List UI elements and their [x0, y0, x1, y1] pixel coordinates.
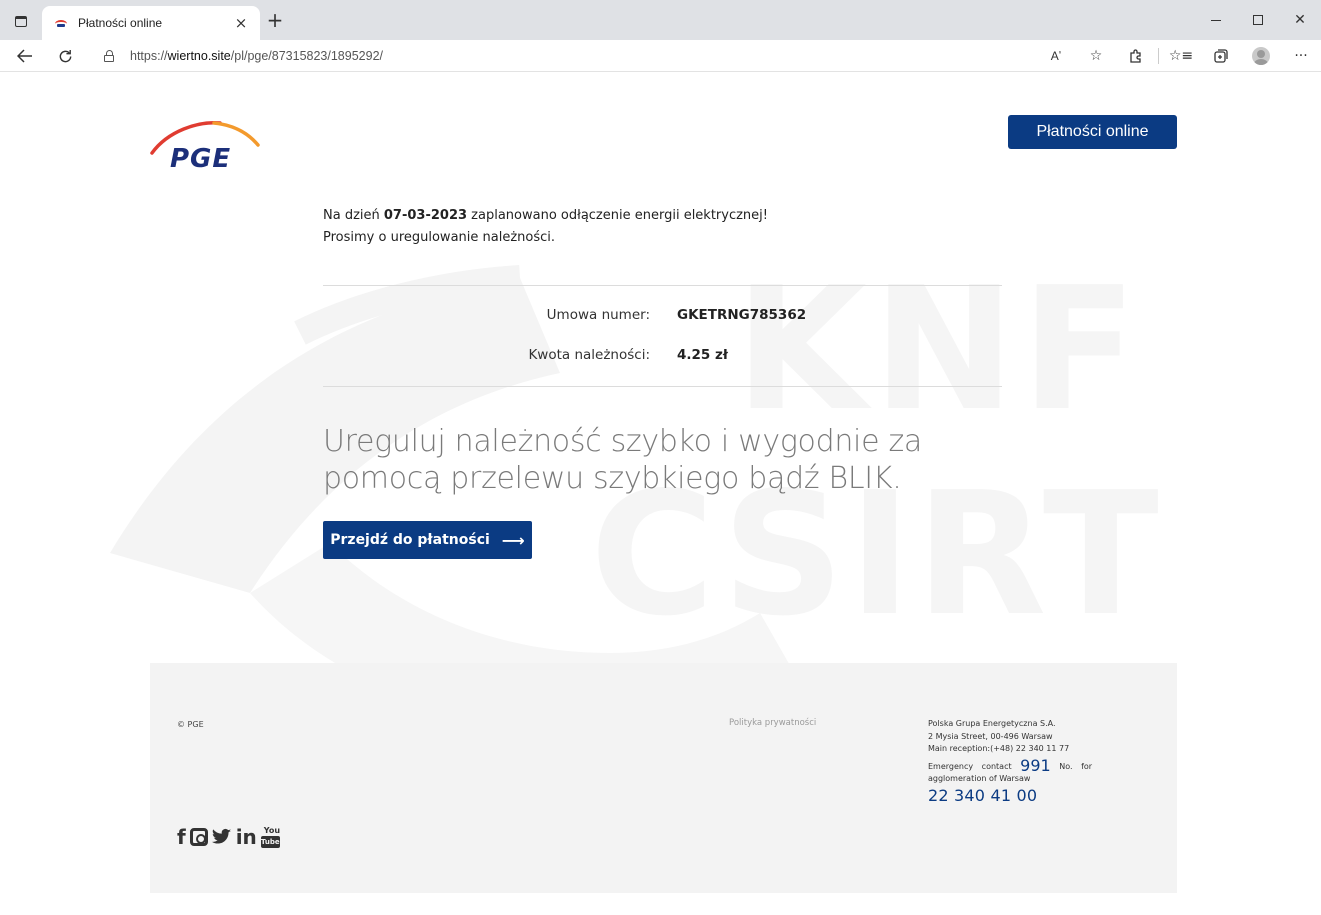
avatar [1252, 47, 1270, 65]
close-window-button[interactable]: ✕ [1279, 0, 1321, 40]
pge-logo-text: PGE [170, 144, 231, 173]
url-text: https://wiertno.site/pl/pge/87315823/189… [130, 49, 383, 63]
toolbar-icons: Aⁿ ☆ ☆≡ ··· [1036, 43, 1321, 69]
disconnection-notice: Na dzień 07-03-2023 zaplanowano odłączen… [323, 205, 768, 249]
amount-value: 4.25 zł [677, 347, 728, 363]
puzzle-icon [1130, 49, 1141, 63]
divider-bottom [323, 386, 1002, 387]
contract-value: GKETRNG785362 [677, 307, 807, 323]
window-controls: ✕ [1195, 0, 1321, 40]
minimize-button[interactable] [1195, 0, 1237, 40]
maximize-icon [1253, 15, 1263, 25]
disconnection-date: 07-03-2023 [383, 208, 468, 223]
address-bar: https://wiertno.site/pl/pge/87315823/189… [0, 40, 1321, 72]
headline: Ureguluj należność szybko i wygodnie za … [323, 423, 983, 497]
emergency-line: Emergency contact 991 No. for [928, 755, 1093, 775]
toolbar-separator [1158, 48, 1159, 64]
privacy-policy-link[interactable]: Polityka prywatności [729, 718, 816, 728]
refresh-button[interactable] [52, 44, 78, 68]
minimize-icon [1211, 19, 1221, 21]
go-to-payment-button[interactable]: Przejdź do płatności ⟶ [323, 521, 532, 559]
main-reception: Main reception:(+48) 22 340 11 77 [928, 744, 1070, 753]
tab-close-button[interactable]: × [232, 14, 250, 32]
divider-top [323, 285, 1002, 286]
emergency-area: agglomeration of Warsaw [928, 774, 1031, 783]
back-button[interactable] [12, 44, 38, 68]
profile-button[interactable] [1241, 43, 1281, 69]
go-to-payment-label: Przejdź do płatności [330, 532, 490, 548]
read-aloud-icon: Aⁿ [1050, 49, 1062, 63]
emergency-phone: 22 340 41 00 [928, 785, 1038, 805]
pge-favicon-icon [54, 16, 68, 30]
star-plus-icon: ☆ [1089, 48, 1103, 64]
instagram-icon[interactable] [189, 828, 208, 846]
footer: © PGE Polityka prywatności Polska Grupa … [150, 663, 1177, 893]
lock-icon [104, 50, 114, 62]
favorites-button[interactable]: ☆≡ [1161, 43, 1201, 69]
tab-actions-button[interactable] [8, 10, 34, 32]
arrow-right-icon: ⟶ [501, 530, 525, 550]
url-input[interactable]: https://wiertno.site/pl/pge/87315823/189… [92, 43, 1116, 69]
page-content: KNF CSIRT PGE Płatności online Na dzień … [0, 73, 1321, 915]
tab-bar: Płatności online × + ✕ [0, 0, 1321, 40]
notice-line-1: Na dzień 07-03-2023 zaplanowano odłączen… [323, 208, 768, 223]
extensions-button[interactable] [1116, 43, 1156, 69]
new-tab-button[interactable]: + [264, 10, 286, 32]
add-favorite-button[interactable]: ☆ [1076, 43, 1116, 69]
notice-line-2: Prosimy o uregulowanie należności. [323, 230, 556, 245]
twitter-icon[interactable] [211, 828, 232, 846]
browser-tab[interactable]: Płatności online × [42, 6, 260, 40]
maximize-button[interactable] [1237, 0, 1279, 40]
favorites-list-icon: ☆≡ [1168, 48, 1194, 64]
youtube-icon[interactable]: You Tube [260, 826, 280, 848]
more-menu-button[interactable]: ··· [1281, 43, 1321, 69]
linkedin-icon[interactable]: in [236, 826, 257, 848]
pge-logo: PGE [150, 121, 260, 173]
headline-line-2: pomocą przelewu szybkiego bądź BLIK. [323, 461, 902, 496]
facebook-icon[interactable]: f [177, 826, 186, 848]
emergency-number: 991 [1020, 755, 1051, 775]
back-arrow-icon [17, 49, 32, 63]
tab-title: Płatności online [78, 16, 163, 30]
collections-icon [1214, 49, 1228, 63]
headline-line-1: Ureguluj należność szybko i wygodnie za [323, 424, 922, 459]
collections-button[interactable] [1201, 43, 1241, 69]
read-aloud-button[interactable]: Aⁿ [1036, 43, 1076, 69]
amount-row: Kwota należności: 4.25 zł [323, 347, 1002, 369]
company-name: Polska Grupa Energetyczna S.A. [928, 719, 1056, 728]
contract-row: Umowa numer: GKETRNG785362 [323, 307, 1002, 329]
tab-actions-icon [15, 15, 27, 27]
contract-label: Umowa numer: [546, 307, 650, 323]
social-links: f in You Tube [177, 826, 280, 848]
company-street: 2 Mysia Street, 00-496 Warsaw [928, 731, 1053, 741]
company-address: Polska Grupa Energetyczna S.A. 2 Mysia S… [928, 718, 1128, 805]
more-dots-icon: ··· [1294, 48, 1308, 64]
copyright: © PGE [177, 720, 204, 729]
refresh-icon [59, 49, 71, 62]
amount-label: Kwota należności: [528, 347, 650, 363]
online-payments-button[interactable]: Płatności online [1008, 115, 1177, 149]
